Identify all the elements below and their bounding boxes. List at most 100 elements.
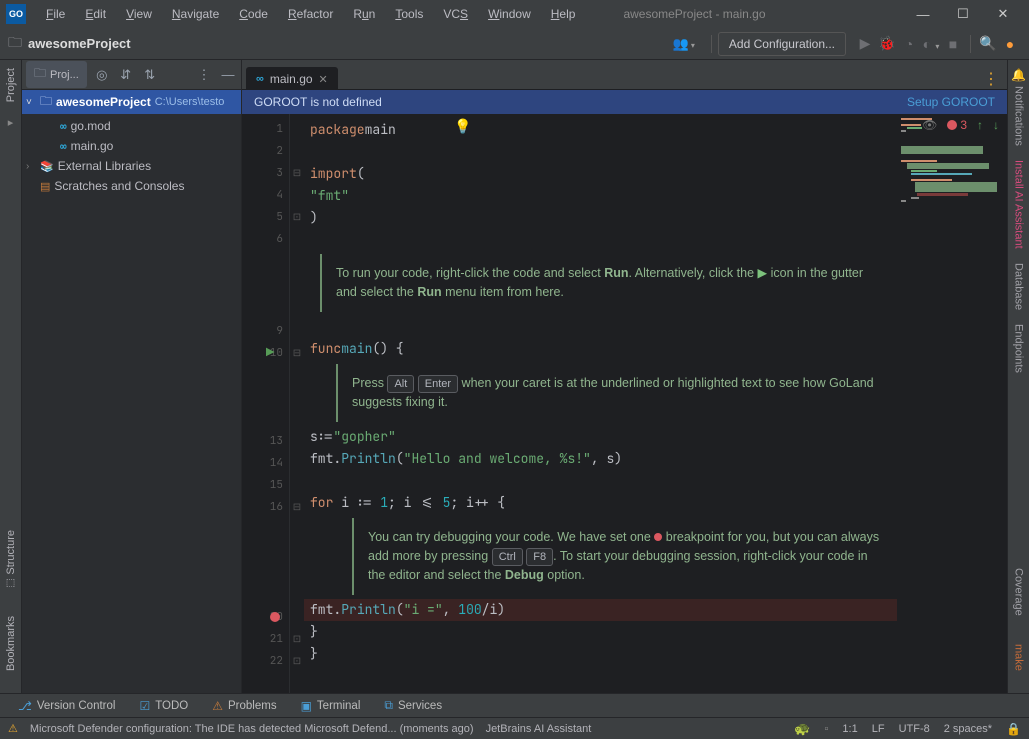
profiler-button[interactable]: ◐ ▾: [920, 36, 942, 52]
menu-run[interactable]: Run: [345, 4, 383, 24]
project-folder-icon: 🗀: [8, 32, 22, 56]
menu-file[interactable]: File: [38, 4, 73, 24]
editor-tabs-menu-icon[interactable]: ⋮: [975, 69, 1007, 89]
right-tool-rail: 🔔 Notifications Install AI Assistant Dat…: [1007, 60, 1029, 693]
next-highlight-icon[interactable]: ↓: [993, 118, 999, 132]
project-tree: ∞go.mod ∞main.go ›📚External Libraries ›▤…: [22, 114, 241, 198]
project-root[interactable]: ˅ 🗀 awesomeProject C:\Users\testo: [22, 90, 241, 114]
titlebar: GO File Edit View Navigate Code Refactor…: [0, 0, 1029, 28]
editor-tab-maingo[interactable]: ∞ main.go ✕: [246, 67, 338, 90]
breakpoint-icon[interactable]: [270, 612, 280, 622]
project-name[interactable]: awesomeProject: [28, 36, 131, 51]
expand-icon[interactable]: ›: [26, 161, 36, 172]
goroot-banner: GOROOT is not defined Setup GOROOT: [242, 90, 1007, 114]
expand-all-icon[interactable]: ⇵: [117, 67, 135, 83]
status-warning-icon[interactable]: ⚠: [8, 722, 18, 735]
debug-button[interactable]: 🐞: [876, 35, 898, 52]
status-bar: ⚠ Microsoft Defender configuration: The …: [0, 717, 1029, 739]
maximize-button[interactable]: ☐: [943, 0, 983, 28]
menu-refactor[interactable]: Refactor: [280, 4, 341, 24]
project-root-name: awesomeProject: [56, 95, 151, 109]
minimize-button[interactable]: —: [903, 0, 943, 28]
expand-icon[interactable]: ˅: [26, 97, 36, 108]
project-tool-window: 🗀Proj... ◎ ⇵ ⇅ ⋮ — ˅ 🗀 awesomeProject C:…: [22, 60, 242, 693]
bottom-tab-terminal[interactable]: ▣Terminal: [291, 697, 371, 715]
app-icon: GO: [6, 4, 26, 24]
line-separator[interactable]: LF: [872, 723, 885, 735]
reader-mode-icon[interactable]: 👁: [922, 118, 937, 132]
intention-bulb-icon[interactable]: 💡: [454, 118, 471, 136]
menu-navigate[interactable]: Navigate: [164, 4, 227, 24]
left-tool-rail: Project ▸ ⬚ Structure Bookmarks: [0, 60, 22, 693]
main-layout: Project ▸ ⬚ Structure Bookmarks 🗀Proj...…: [0, 60, 1029, 693]
error-count[interactable]: 3: [947, 118, 967, 132]
menu-vcs[interactable]: VCS: [435, 4, 476, 24]
run-config-dropdown[interactable]: Add Configuration...: [718, 32, 846, 56]
rail-tab-endpoints[interactable]: Endpoints: [1013, 324, 1025, 373]
tree-item-scratches[interactable]: ›▤Scratches and Consoles: [22, 176, 241, 196]
tree-item-gomod[interactable]: ∞go.mod: [22, 116, 241, 136]
rail-tab-notifications[interactable]: Notifications: [1013, 86, 1025, 146]
bottom-tool-tabs: ⎇Version Control ☑TODO ⚠Problems ▣Termin…: [0, 693, 1029, 717]
menu-help[interactable]: Help: [543, 4, 584, 24]
window-controls: — ☐ ✕: [903, 0, 1023, 28]
bottom-tab-vcs[interactable]: ⎇Version Control: [8, 697, 125, 715]
rail-tab-ai-assistant[interactable]: Install AI Assistant: [1013, 160, 1025, 249]
menu-tools[interactable]: Tools: [387, 4, 431, 24]
search-everywhere-button[interactable]: 🔍: [977, 35, 999, 52]
status-separator-icon: ▫: [825, 723, 829, 735]
banner-message: GOROOT is not defined: [254, 95, 382, 109]
collapse-all-icon[interactable]: ⇅: [141, 67, 159, 83]
rail-tab-database[interactable]: Database: [1013, 263, 1025, 310]
notifications-icon[interactable]: 🔔: [1011, 68, 1026, 82]
bottom-tab-todo[interactable]: ☑TODO: [129, 697, 198, 715]
project-tab[interactable]: 🗀Proj...: [26, 61, 87, 88]
project-root-path: C:\Users\testo: [155, 96, 225, 108]
caret-position[interactable]: 1:1: [842, 723, 857, 735]
code-minimap[interactable]: [897, 114, 1007, 693]
stop-button[interactable]: ■: [942, 36, 964, 52]
code-editor[interactable]: 👁 3 ↑ ↓ 1 2 3 4 5 6 9 ▶10 13 14 15 16: [242, 114, 1007, 693]
bottom-tab-services[interactable]: ⧉Services: [374, 696, 452, 715]
menu-edit[interactable]: Edit: [77, 4, 114, 24]
indent-setting[interactable]: 2 spaces*: [944, 723, 992, 735]
run-button[interactable]: ▶: [854, 35, 876, 52]
tree-item-maingo[interactable]: ∞main.go: [22, 136, 241, 156]
menu-view[interactable]: View: [118, 4, 160, 24]
status-message[interactable]: Microsoft Defender configuration: The ID…: [30, 723, 474, 735]
menu-window[interactable]: Window: [480, 4, 539, 24]
ide-settings-badge[interactable]: ●: [999, 36, 1021, 52]
code-content[interactable]: 💡 package main import ( "fmt" ) To run y…: [304, 114, 897, 693]
panel-options-icon[interactable]: ⋮: [195, 67, 213, 83]
line-gutter[interactable]: 1 2 3 4 5 6 9 ▶10 13 14 15 16 20 21 22: [242, 114, 290, 693]
menu-code[interactable]: Code: [231, 4, 276, 24]
coverage-button[interactable]: ◔: [898, 36, 920, 52]
readonly-lock-icon[interactable]: 🔒: [1006, 722, 1021, 736]
tree-item-external-libraries[interactable]: ›📚External Libraries: [22, 156, 241, 176]
setup-goroot-link[interactable]: Setup GOROOT: [907, 95, 995, 109]
rail-tab-coverage[interactable]: Coverage: [1013, 568, 1025, 616]
rail-tab-bookmarks[interactable]: Bookmarks: [5, 616, 17, 671]
window-title: awesomeProject - main.go: [623, 7, 765, 21]
run-gutter-icon[interactable]: ▶: [266, 344, 274, 362]
code-with-me-button[interactable]: 👥▾: [673, 36, 695, 52]
file-encoding[interactable]: UTF-8: [899, 723, 930, 735]
rail-tab-make[interactable]: make: [1013, 644, 1025, 671]
fold-gutter[interactable]: ⊟ ⊡ ⊟ ⊟ ⊡ ⊡: [290, 114, 304, 693]
power-save-icon[interactable]: 🐢: [794, 721, 810, 737]
go-icon: ∞: [60, 120, 67, 133]
close-button[interactable]: ✕: [983, 0, 1023, 28]
folder-icon: 🗀: [40, 92, 52, 113]
prev-highlight-icon[interactable]: ↑: [977, 118, 983, 132]
bottom-tab-problems[interactable]: ⚠Problems: [202, 697, 286, 715]
editor-tab-label: main.go: [270, 72, 313, 86]
rail-tab-structure[interactable]: ⬚ Structure: [5, 530, 17, 588]
rail-tab-project[interactable]: Project: [5, 68, 17, 102]
select-opened-file-icon[interactable]: ◎: [93, 67, 111, 83]
go-icon: ∞: [60, 140, 67, 153]
editor-inspection-widget[interactable]: 👁 3 ↑ ↓: [922, 118, 999, 132]
status-ai-assistant[interactable]: JetBrains AI Assistant: [486, 723, 592, 735]
panel-hide-icon[interactable]: —: [219, 67, 237, 82]
rail-commit-icon[interactable]: ▸: [8, 116, 14, 129]
close-tab-icon[interactable]: ✕: [319, 73, 328, 86]
